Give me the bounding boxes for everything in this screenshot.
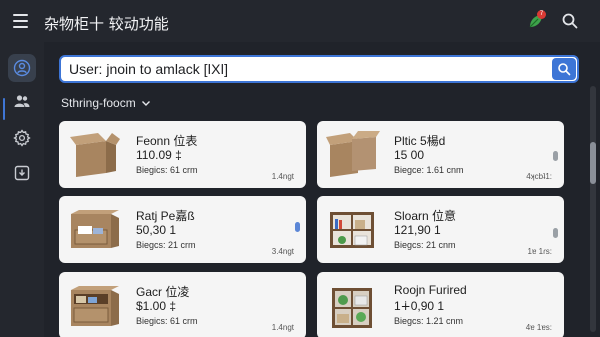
product-tag: 1.4ngt bbox=[271, 323, 294, 332]
product-price: $1.00 ‡ bbox=[136, 299, 177, 313]
app-title: 杂物柜十 较动功能 bbox=[44, 15, 169, 33]
product-name: Roojn Furired bbox=[394, 283, 467, 297]
gear-settings-icon[interactable] bbox=[8, 124, 36, 152]
search-icon[interactable] bbox=[561, 12, 579, 30]
product-tag: 1.4ngt bbox=[271, 172, 294, 181]
product-price: 121,90 1 bbox=[394, 223, 441, 237]
product-size: Biegcs: 21 cnm bbox=[394, 240, 456, 250]
product-name: Feonn 位表 bbox=[136, 134, 198, 148]
sort-label: Sthring-foocm bbox=[61, 96, 136, 110]
product-card[interactable]: Pltic 5楊d 15 00 Biegce: 1.61 cnm 4ʞcbʇ1: bbox=[317, 121, 564, 188]
users-group-icon[interactable] bbox=[8, 87, 36, 115]
sort-dropdown[interactable]: Sthring-foocm bbox=[61, 96, 151, 110]
product-size: Biegce: 1.61 cnm bbox=[394, 165, 464, 175]
product-tag: 1ɐ 1ɾs: bbox=[527, 247, 552, 256]
download-box-icon[interactable] bbox=[8, 159, 36, 187]
search-submit-button[interactable] bbox=[552, 58, 576, 80]
product-card[interactable]: Gacr 位凌 $1.00 ‡ Biegics: 61 crm 1.4ngt bbox=[59, 272, 306, 337]
stacked-cardboard-boxes-image bbox=[324, 127, 382, 181]
open-cardboard-box-image bbox=[66, 127, 124, 181]
drawer-storage-box-image bbox=[66, 202, 124, 256]
product-card[interactable]: Ratj Pe嘉ß 50,30 1 Biegcs: 21 crm 3.4ngt bbox=[59, 196, 306, 263]
product-price: 110.09 ‡ bbox=[136, 148, 182, 162]
top-bar: 杂物柜十 较动功能 7 bbox=[0, 0, 600, 42]
search-box bbox=[59, 55, 579, 83]
product-price: 50,30 1 bbox=[136, 223, 177, 237]
active-indicator bbox=[3, 98, 5, 120]
chevron-down-icon bbox=[141, 101, 150, 106]
product-tag: 4ʞcbʇ1: bbox=[526, 172, 552, 181]
product-size: Biegics: 61 crm bbox=[136, 316, 198, 326]
notification-badge: 7 bbox=[537, 10, 546, 19]
product-name: Gacr 位凌 bbox=[136, 285, 190, 299]
card-scroll-handle[interactable] bbox=[553, 151, 558, 161]
product-tag: 4ɐ 1ɐs: bbox=[525, 323, 552, 332]
search-input[interactable] bbox=[69, 59, 539, 79]
hamburger-menu-icon[interactable] bbox=[8, 9, 32, 33]
sidebar bbox=[0, 42, 44, 337]
scrollbar-thumb[interactable] bbox=[590, 142, 596, 184]
product-size: Biegics: 61 crm bbox=[136, 165, 198, 175]
product-name: Ratj Pe嘉ß bbox=[136, 209, 195, 223]
product-card[interactable]: Sloarn 位意 121,90 1 Biegcs: 21 cnm 1ɐ 1ɾs… bbox=[317, 196, 564, 263]
product-size: Biegcs: 1.21 cnm bbox=[394, 316, 464, 326]
product-size: Biegcs: 21 crm bbox=[136, 240, 196, 250]
product-name: Pltic 5楊d bbox=[394, 134, 446, 148]
user-profile-icon[interactable] bbox=[8, 54, 36, 82]
product-price: 15 00 bbox=[394, 148, 425, 162]
product-card[interactable]: Roojn Furired 1∔0,90 1 Biegcs: 1.21 cnm … bbox=[317, 272, 564, 337]
cube-shelf-with-plants-image bbox=[324, 278, 382, 332]
card-scroll-handle[interactable] bbox=[295, 222, 300, 232]
open-drawer-cabinet-image bbox=[66, 278, 124, 332]
product-name: Sloarn 位意 bbox=[394, 209, 457, 223]
cubby-shelf-with-items-image bbox=[324, 202, 382, 256]
product-card[interactable]: Feonn 位表 110.09 ‡ Biegics: 61 crm 1.4ngt bbox=[59, 121, 306, 188]
product-tag: 3.4ngt bbox=[271, 247, 294, 256]
search-icon bbox=[558, 63, 571, 76]
vertical-scrollbar[interactable] bbox=[590, 86, 596, 332]
card-scroll-handle[interactable] bbox=[553, 228, 558, 238]
product-price: 1∔0,90 1 bbox=[394, 299, 445, 313]
